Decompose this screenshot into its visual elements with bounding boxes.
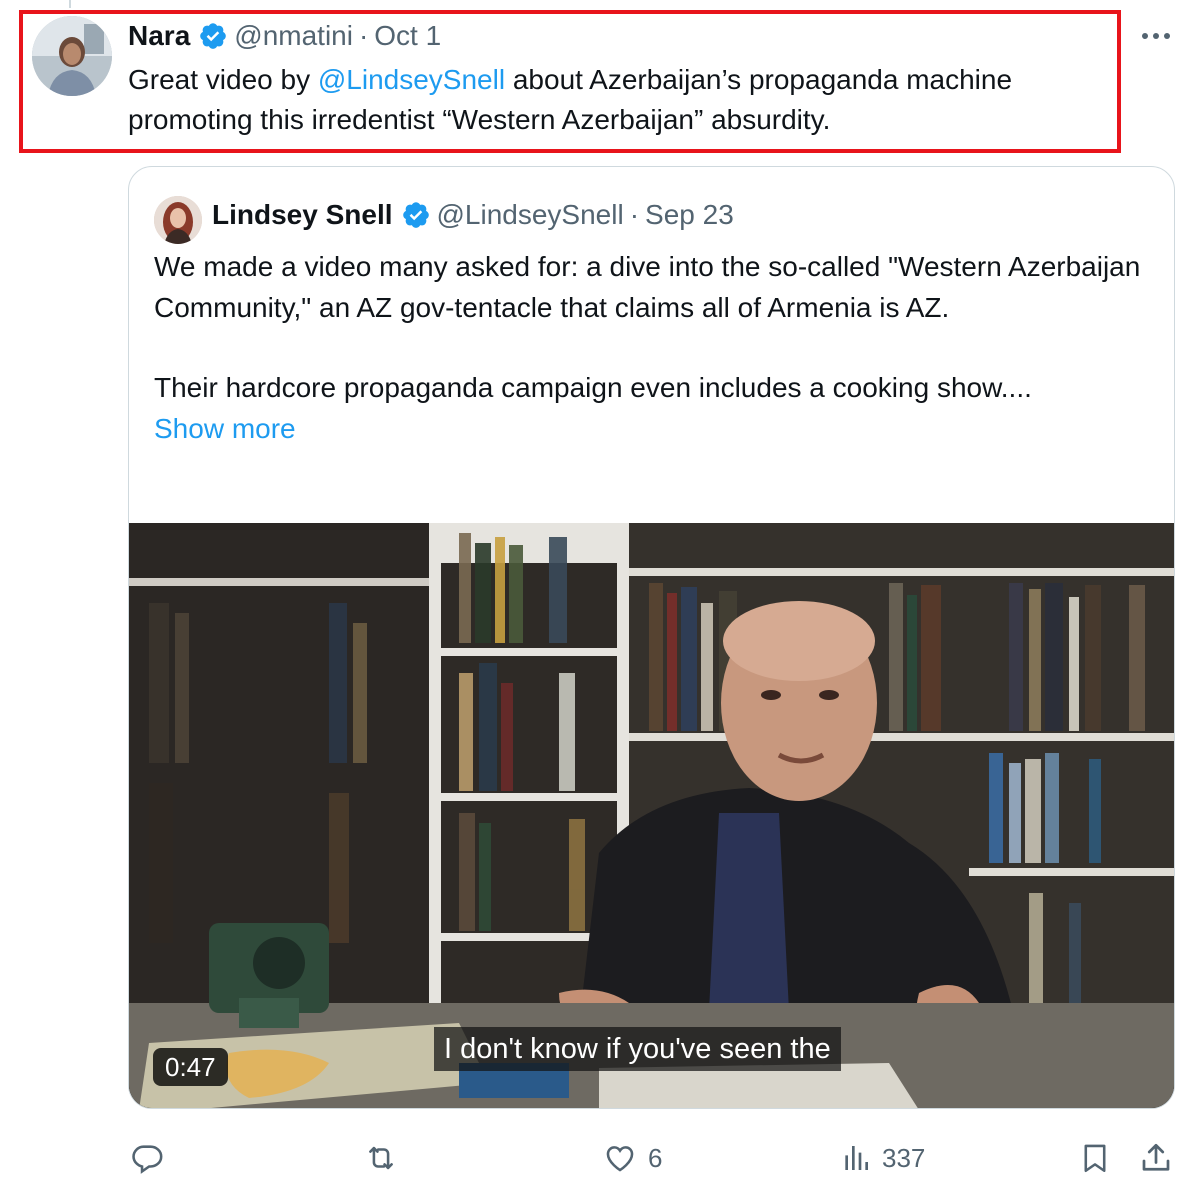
video-duration-badge: 0:47: [153, 1048, 228, 1086]
video-player[interactable]: 0:47 I don't know if you've seen the: [129, 523, 1174, 1108]
bookmark-button[interactable]: [1078, 1136, 1112, 1180]
like-count: 6: [648, 1142, 663, 1173]
video-subtitle: I don't know if you've seen the: [434, 1027, 841, 1071]
highlight-annotation: [19, 10, 1121, 153]
quote-verified-badge-icon: [401, 200, 431, 230]
video-frame: [129, 523, 1174, 1108]
retweet-button[interactable]: [362, 1136, 410, 1180]
quote-header: Lindsey Snell @LindseySnell · Sep 23: [212, 197, 734, 233]
quote-paragraph-2: Their hardcore propaganda campaign even …: [154, 372, 1032, 403]
more-options-button[interactable]: [1136, 22, 1176, 50]
share-button[interactable]: [1138, 1136, 1174, 1180]
quote-text: We made a video many asked for: a dive i…: [154, 247, 1154, 449]
views-button[interactable]: 337: [840, 1136, 925, 1180]
views-count: 337: [882, 1142, 926, 1173]
quoted-tweet-card[interactable]: Lindsey Snell @LindseySnell · Sep 23 We …: [128, 166, 1175, 1109]
retweet-icon: [369, 1146, 393, 1170]
heart-icon: [606, 1146, 634, 1172]
reply-icon: [132, 1145, 163, 1174]
analytics-icon: [845, 1146, 868, 1170]
show-more-link[interactable]: Show more: [154, 409, 1154, 450]
quote-paragraph-1: We made a video many asked for: a dive i…: [154, 251, 1141, 323]
quote-date[interactable]: Sep 23: [645, 199, 734, 231]
reply-button[interactable]: [130, 1136, 174, 1180]
quote-separator: ·: [629, 199, 640, 230]
thread-connector: [69, 0, 71, 8]
bookmark-icon: [1084, 1144, 1106, 1173]
quote-author-handle[interactable]: @LindseySnell: [437, 199, 624, 231]
share-icon: [1142, 1143, 1170, 1171]
more-icon: [1142, 33, 1170, 39]
quote-avatar-photo: [154, 196, 202, 244]
quote-avatar[interactable]: [154, 196, 202, 244]
like-button[interactable]: 6: [602, 1136, 662, 1180]
quote-author-name[interactable]: Lindsey Snell: [212, 199, 393, 231]
action-bar: 6 337: [0, 1136, 1200, 1180]
